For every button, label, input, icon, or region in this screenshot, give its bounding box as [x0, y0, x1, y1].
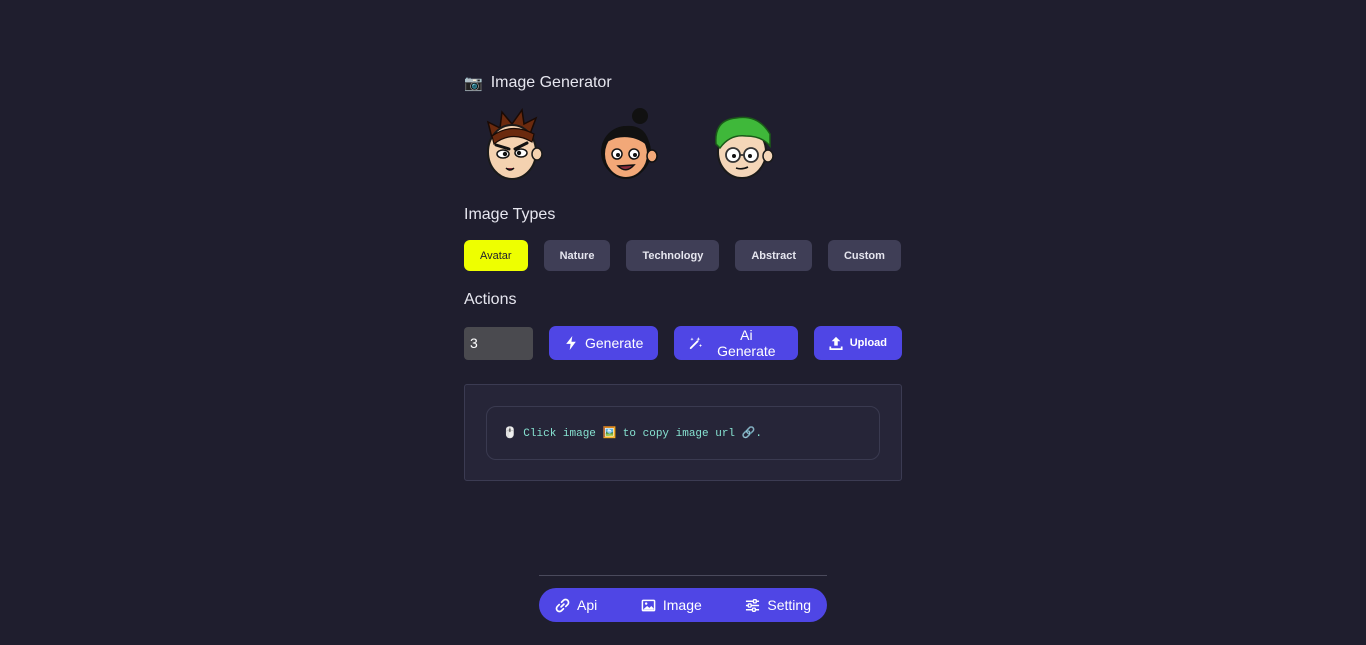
type-chip-avatar[interactable]: Avatar: [464, 240, 528, 271]
avatar-image[interactable]: [706, 108, 776, 182]
nav-setting-label: Setting: [767, 597, 811, 613]
lightning-icon: [566, 336, 576, 350]
actions-heading: Actions: [464, 291, 517, 308]
type-chip-custom[interactable]: Custom: [827, 240, 901, 271]
generate-label: Generate: [585, 335, 644, 351]
output-panel: 🖱️ Click image 🖼️ to copy image url 🔗.: [464, 384, 902, 481]
type-chip-technology[interactable]: Technology: [626, 240, 720, 271]
nav-item-setting[interactable]: Setting: [745, 597, 811, 613]
avatar-image[interactable]: [478, 108, 548, 182]
nav-image-label: Image: [662, 597, 702, 613]
avatar-gallery: [464, 108, 902, 182]
ai-generate-label: Ai Generate: [717, 327, 776, 359]
page-title: 📷 Image Generator: [464, 70, 902, 96]
upload-label: Upload: [849, 337, 887, 349]
bottom-navigation: Api Image Setting: [539, 575, 827, 622]
upload-icon: [829, 336, 843, 350]
nav-item-api[interactable]: Api: [555, 597, 597, 613]
image-type-chips: Avatar Nature Technology Abstract Custom: [464, 240, 902, 271]
image-types-heading: Image Types: [464, 206, 556, 223]
image-icon: [641, 599, 656, 611]
sliders-icon: [746, 598, 760, 612]
copy-hint-text: 🖱️ Click image 🖼️ to copy image url 🔗.: [503, 428, 762, 440]
nav-api-label: Api: [577, 597, 598, 613]
upload-button[interactable]: Upload: [813, 326, 902, 360]
type-chip-nature[interactable]: Nature: [543, 240, 611, 271]
action-toolbar: Generate Ai Generate Upload: [464, 326, 902, 360]
generate-button[interactable]: Generate: [549, 326, 659, 360]
type-chip-abstract[interactable]: Abstract: [735, 240, 812, 271]
camera-icon: 📷: [464, 75, 483, 92]
ai-generate-button[interactable]: Ai Generate: [674, 326, 798, 360]
copy-hint: 🖱️ Click image 🖼️ to copy image url 🔗.: [486, 406, 880, 460]
page-title-text: Image Generator: [490, 74, 612, 91]
bottom-nav-bar: Api Image Setting: [539, 588, 827, 622]
count-input[interactable]: [464, 326, 533, 360]
nav-item-image[interactable]: Image: [641, 597, 702, 613]
avatar-image[interactable]: [592, 108, 662, 182]
link-icon: [555, 598, 570, 612]
magic-wand-icon: [690, 337, 703, 350]
main-content: 📷 Image Generator Image Types Avatar Nat…: [464, 70, 902, 481]
